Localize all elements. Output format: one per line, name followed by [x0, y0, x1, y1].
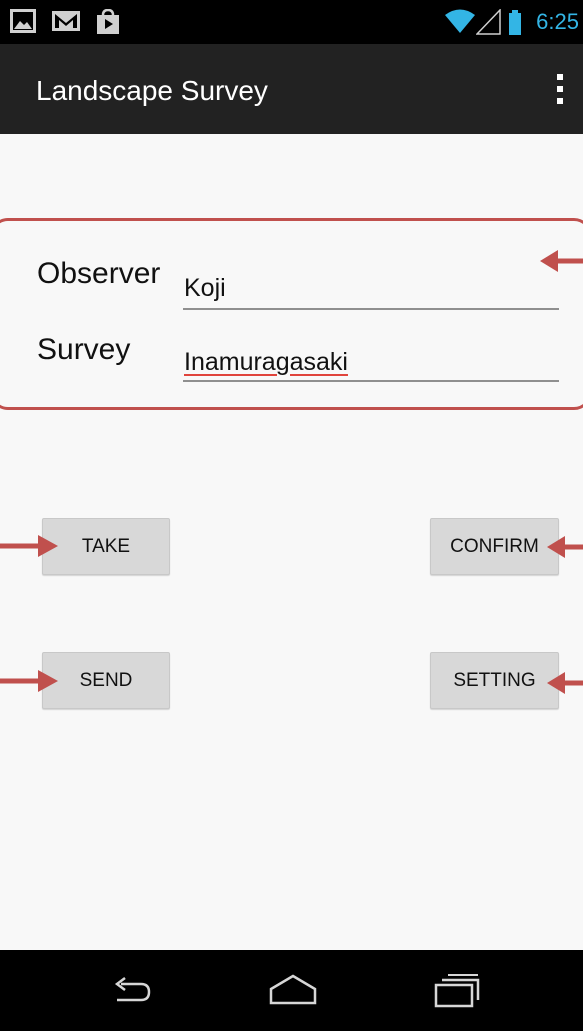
- back-icon[interactable]: [111, 975, 153, 1014]
- app-screen: 6:25 Landscape Survey Observer Koji Surv…: [0, 0, 583, 1031]
- send-button[interactable]: SEND: [42, 652, 170, 709]
- gallery-icon: [10, 9, 36, 38]
- annotation-arrow-confirm: [547, 536, 583, 558]
- navigation-bar: [0, 950, 583, 1031]
- overflow-menu-icon[interactable]: [550, 74, 570, 108]
- annotation-arrow-setting: [547, 672, 583, 694]
- status-bar: 6:25: [0, 0, 583, 44]
- home-icon[interactable]: [268, 972, 318, 1011]
- observer-field-underline: [183, 308, 559, 310]
- setting-button[interactable]: SETTING: [430, 652, 559, 709]
- observer-label: Observer: [37, 257, 161, 290]
- confirm-button[interactable]: CONFIRM: [430, 518, 559, 575]
- annotation-arrow-send: [0, 670, 58, 692]
- annotation-arrow-take: [0, 535, 58, 557]
- signal-icon: [475, 8, 502, 40]
- annotation-arrow-form: [540, 250, 583, 272]
- recents-icon[interactable]: [434, 972, 480, 1013]
- observer-field[interactable]: Koji: [184, 273, 226, 303]
- survey-field-underline: [183, 380, 559, 382]
- app-title: Landscape Survey: [36, 75, 268, 106]
- shopping-bag-icon: [95, 8, 121, 40]
- gmail-icon: [51, 9, 81, 38]
- battery-icon: [508, 10, 522, 41]
- survey-field[interactable]: Inamuragasaki: [184, 347, 348, 377]
- survey-label: Survey: [37, 333, 131, 366]
- wifi-icon: [445, 8, 475, 39]
- status-time: 6:25: [536, 9, 579, 34]
- take-button[interactable]: TAKE: [42, 518, 170, 575]
- action-bar: Landscape Survey: [0, 44, 583, 134]
